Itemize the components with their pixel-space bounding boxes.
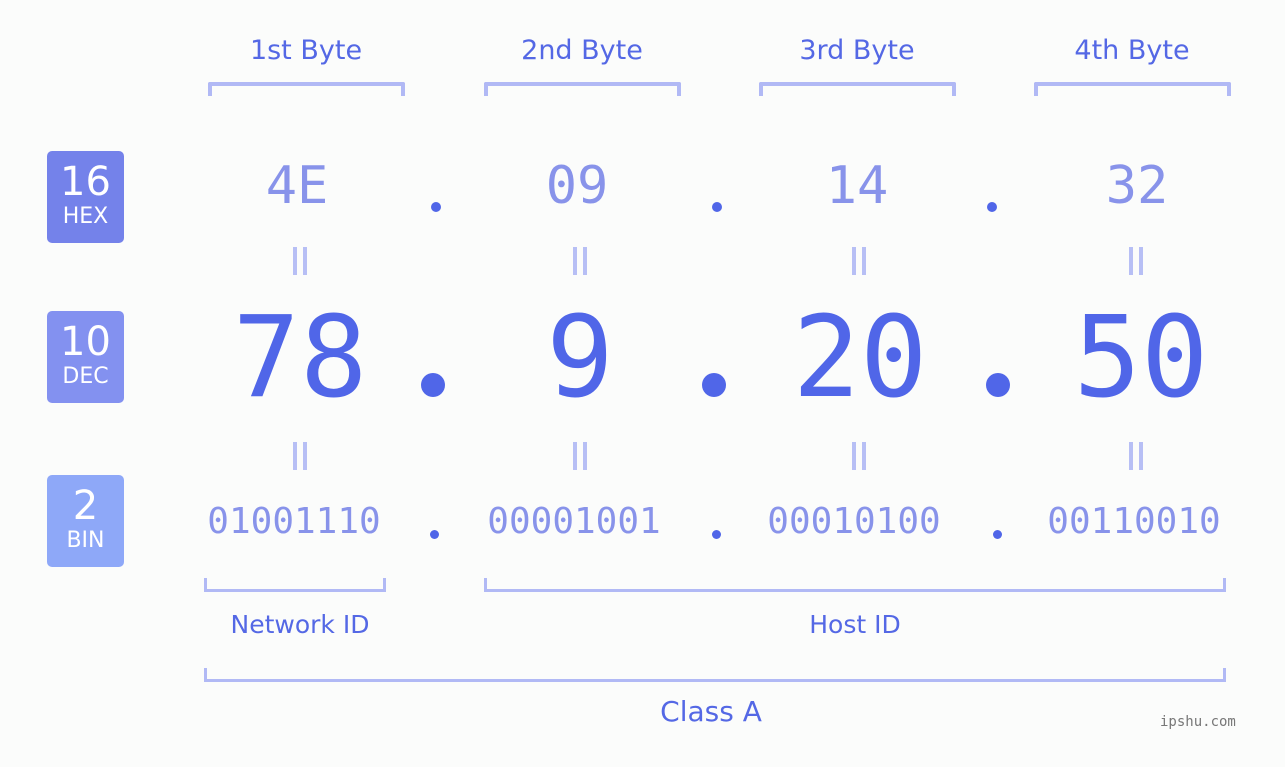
hex-value-3: 14 [825, 156, 889, 216]
byte-label-4: 4th Byte [1074, 35, 1190, 66]
watermark: ipshu.com [1160, 714, 1236, 730]
hex-base-label: HEX [62, 204, 109, 229]
dec-separator-dot [986, 373, 1010, 397]
class-bracket [204, 668, 1226, 682]
host-id-bracket [484, 578, 1226, 592]
hex-badge: 16 HEX [47, 151, 124, 243]
bin-separator-dot [430, 530, 439, 539]
dec-value-1: 78 [232, 293, 368, 423]
bin-value-3: 00010100 [767, 501, 941, 542]
class-label: Class A [660, 695, 762, 728]
equals-icon [839, 442, 879, 476]
equals-icon [839, 247, 879, 281]
bin-base-number: 2 [72, 483, 99, 529]
hex-value-4: 32 [1105, 156, 1169, 216]
host-id-label: Host ID [809, 610, 901, 639]
bin-separator-dot [712, 530, 721, 539]
dec-separator-dot [702, 373, 726, 397]
hex-value-1: 4E [265, 156, 329, 216]
equals-icon [280, 247, 320, 281]
equals-icon [560, 247, 600, 281]
hex-separator-dot [431, 202, 441, 212]
hex-base-number: 16 [60, 159, 111, 205]
hex-separator-dot [987, 202, 997, 212]
bin-base-label: BIN [66, 528, 105, 553]
hex-value-2: 09 [545, 156, 609, 216]
byte-label-1: 1st Byte [249, 35, 363, 66]
byte-bracket-2 [484, 82, 681, 96]
bin-value-2: 00001001 [487, 501, 661, 542]
byte-label-3: 3rd Byte [799, 35, 915, 66]
dec-value-3: 20 [792, 293, 928, 423]
bin-separator-dot [993, 530, 1002, 539]
dec-badge: 10 DEC [47, 311, 124, 403]
dec-separator-dot [421, 373, 445, 397]
network-id-bracket [204, 578, 386, 592]
byte-label-2: 2nd Byte [521, 35, 643, 66]
byte-bracket-3 [759, 82, 956, 96]
byte-bracket-1 [208, 82, 405, 96]
equals-icon [1116, 442, 1156, 476]
bin-value-1: 01001110 [207, 501, 381, 542]
byte-bracket-4 [1034, 82, 1231, 96]
hex-separator-dot [712, 202, 722, 212]
dec-base-number: 10 [60, 319, 111, 365]
dec-value-4: 50 [1073, 293, 1209, 423]
network-id-label: Network ID [230, 610, 370, 639]
dec-base-label: DEC [62, 364, 109, 389]
dec-value-2: 9 [546, 293, 614, 423]
bin-badge: 2 BIN [47, 475, 124, 567]
equals-icon [1116, 247, 1156, 281]
equals-icon [560, 442, 600, 476]
equals-icon [280, 442, 320, 476]
bin-value-4: 00110010 [1047, 501, 1221, 542]
